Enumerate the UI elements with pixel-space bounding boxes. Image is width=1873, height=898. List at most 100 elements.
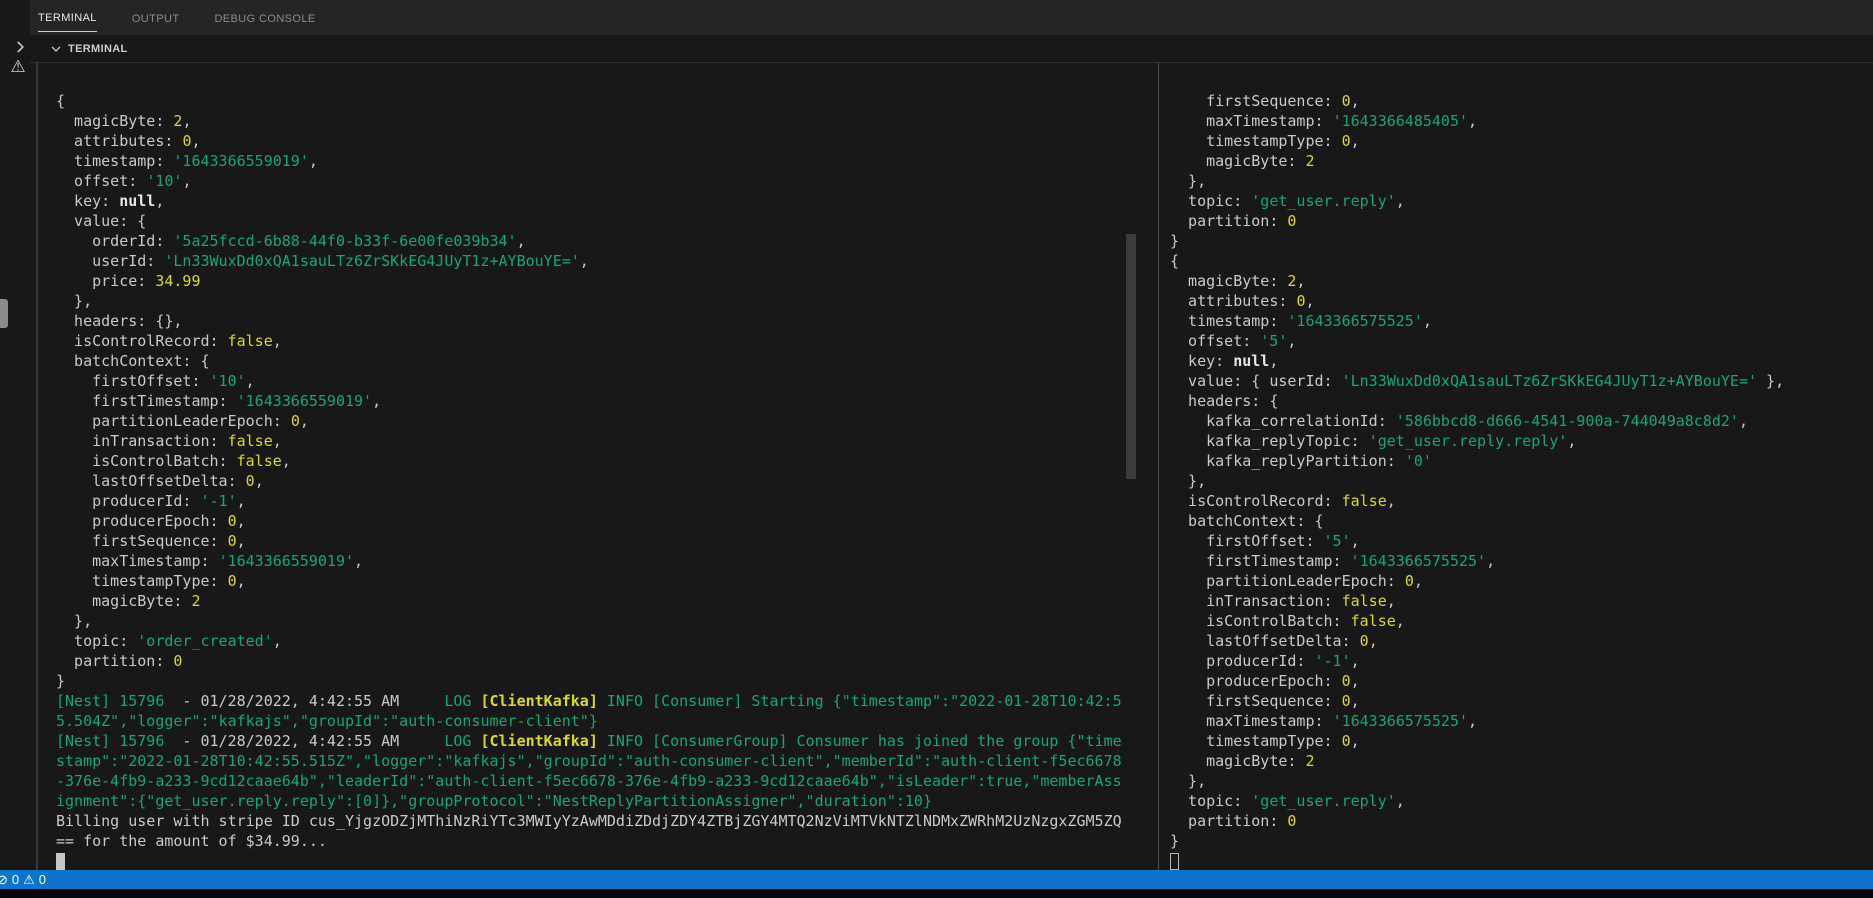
terminal-line: partition: 0 [1170, 812, 1297, 830]
terminal-line: headers: {}, [56, 312, 183, 330]
terminal-line: lastOffsetDelta: 0, [56, 472, 264, 490]
terminal-line: 5.504Z","logger":"kafkajs","groupId":"au… [56, 712, 598, 730]
error-count: 0 [11, 872, 20, 887]
terminal-line: partitionLeaderEpoch: 0, [56, 412, 309, 430]
terminal-line: offset: '5', [1170, 332, 1297, 350]
terminal-line: value: { userId: 'Ln33WuxDd0xQA1sauLTz6Z… [1170, 372, 1785, 390]
tab-terminal[interactable]: TERMINAL [38, 3, 97, 32]
terminal-line: magicByte: 2 [56, 592, 201, 610]
terminal-line: maxTimestamp: '1643366559019', [56, 552, 364, 570]
terminal-line: offset: '10', [56, 172, 192, 190]
terminal-line: } [1170, 832, 1180, 850]
terminal-line: partition: 0 [56, 652, 183, 670]
terminal-line: timestamp: '1643366559019', [56, 152, 318, 170]
terminal-line: }, [56, 292, 93, 310]
terminal-line: producerId: '-1', [56, 492, 246, 510]
terminal-line: [Nest] 15796 - 01/28/2022, 4:42:55 AM LO… [56, 732, 1122, 750]
terminal-line: kafka_replyPartition: '0' [1170, 452, 1432, 470]
terminal-line: inTransaction: false, [56, 432, 282, 450]
terminal-cursor [56, 853, 65, 870]
terminal-line: kafka_replyTopic: 'get_user.reply.reply'… [1170, 432, 1577, 450]
terminal-line: value: { [56, 212, 147, 230]
terminal-line: partition: 0 [1170, 212, 1297, 230]
terminal-line: kafka_correlationId: '586bbcd8-d666-4541… [1170, 412, 1748, 430]
terminal-line: firstTimestamp: '1643366559019', [56, 392, 382, 410]
terminal-line: attributes: 0, [1170, 292, 1315, 310]
terminal-line: { [1170, 252, 1180, 270]
tab-output[interactable]: OUTPUT [132, 4, 180, 32]
terminal-line: firstSequence: 0, [1170, 692, 1360, 710]
terminal-line: == for the amount of $34.99... [56, 832, 327, 850]
terminal-line: } [56, 672, 66, 690]
left-terminal-pane[interactable]: { magicByte: 2, attributes: 0, timestamp… [30, 63, 1126, 870]
terminal-line: key: null, [56, 192, 165, 210]
terminal-line: partitionLeaderEpoch: 0, [1170, 572, 1423, 590]
terminal-line: [Nest] 15796 - 01/28/2022, 4:42:55 AM LO… [56, 692, 1122, 710]
terminal-line: isControlRecord: false, [1170, 492, 1396, 510]
terminal-line: firstSequence: 0, [1170, 92, 1360, 110]
problems-status-item[interactable]: ⊘ 0 ⚠ 0 [0, 870, 52, 889]
terminal-line [56, 851, 1126, 870]
terminal-line: Billing user with stripe ID cus_YjgzODZj… [56, 812, 1122, 830]
panel-tabbar: TERMINAL OUTPUT DEBUG CONSOLE [30, 0, 1873, 35]
status-bar: ⊘ 0 ⚠ 0 [0, 870, 1873, 889]
terminal-line: batchContext: { [1170, 512, 1324, 530]
terminal-line: timestampType: 0, [1170, 732, 1360, 750]
terminal-line: price: 34.99 [56, 272, 201, 290]
tab-debug-console[interactable]: DEBUG CONSOLE [214, 4, 315, 32]
terminal-line: magicByte: 2, [1170, 272, 1306, 290]
right-terminal-pane[interactable]: firstSequence: 0, maxTimestamp: '1643366… [1159, 63, 1873, 870]
terminal-line: maxTimestamp: '1643366485405', [1170, 112, 1478, 130]
terminal-line: firstOffset: '5', [1170, 532, 1360, 550]
terminal-line: { [56, 92, 66, 110]
terminal-line: key: null, [1170, 352, 1279, 370]
warning-icon[interactable]: ⚠ [7, 56, 29, 78]
terminal-section-header[interactable]: TERMINAL [30, 35, 1873, 62]
terminal-line: -376e-4fb9-a233-9cd12caae64b","leaderId"… [56, 772, 1122, 790]
terminal-line: batchContext: { [56, 352, 210, 370]
terminal-line: isControlRecord: false, [56, 332, 282, 350]
terminal-line: firstTimestamp: '1643366575525', [1170, 552, 1496, 570]
left-edge-handle[interactable] [0, 299, 8, 328]
terminal-line: isControlBatch: false, [56, 452, 291, 470]
terminal-line: orderId: '5a25fccd-6b88-44f0-b33f-6e00fe… [56, 232, 526, 250]
chevron-down-icon [48, 41, 64, 57]
terminal-line: firstSequence: 0, [56, 532, 246, 550]
terminal-line: magicByte: 2 [1170, 152, 1315, 170]
terminal-line: } [1170, 232, 1180, 250]
terminal-line: firstOffset: '10', [56, 372, 255, 390]
panel-gutter: ⚠ [0, 0, 30, 870]
terminal-section-label: TERMINAL [68, 42, 128, 55]
terminal-line: timestampType: 0, [56, 572, 246, 590]
terminal-line: inTransaction: false, [1170, 592, 1396, 610]
terminal-line: topic: 'get_user.reply', [1170, 792, 1405, 810]
chevron-right-icon[interactable] [11, 38, 29, 56]
warning-count: 0 [38, 872, 47, 887]
warning-icon: ⚠ [23, 871, 35, 887]
terminal-line: ignment":{"get_user.reply.reply":[0]},"g… [56, 792, 932, 810]
vscode-panel: { "colors": { "bg": "#181818", "tabbar_b… [0, 0, 1873, 898]
terminal-line: headers: { [1170, 392, 1279, 410]
terminal-line [1170, 851, 1873, 870]
terminal-line: timestamp: '1643366575525', [1170, 312, 1432, 330]
terminal-line: }, [1170, 172, 1207, 190]
terminal-line: stamp":"2022-01-28T10:42:55.515Z","logge… [56, 752, 1122, 770]
terminal-line: userId: 'Ln33WuxDd0xQA1sauLTz6ZrSKkEG4JU… [56, 252, 589, 270]
terminal-line: }, [1170, 472, 1207, 490]
terminal-line: }, [56, 612, 93, 630]
terminal-line: magicByte: 2 [1170, 752, 1315, 770]
terminal-line: maxTimestamp: '1643366575525', [1170, 712, 1478, 730]
terminal-line: timestampType: 0, [1170, 132, 1360, 150]
terminal-line: producerEpoch: 0, [1170, 672, 1360, 690]
terminal-line: producerId: '-1', [1170, 652, 1360, 670]
terminal-line: magicByte: 2, [56, 112, 192, 130]
terminal-cursor [1170, 853, 1179, 870]
terminal-line: }, [1170, 772, 1207, 790]
terminal-line: isControlBatch: false, [1170, 612, 1405, 630]
left-pane-scrollbar[interactable] [1126, 234, 1136, 479]
terminal-line: topic: 'order_created', [56, 632, 282, 650]
error-icon: ⊘ [0, 871, 8, 887]
terminal-line: lastOffsetDelta: 0, [1170, 632, 1378, 650]
bottom-strip [0, 889, 1873, 898]
terminal-area: { magicByte: 2, attributes: 0, timestamp… [30, 62, 1873, 870]
